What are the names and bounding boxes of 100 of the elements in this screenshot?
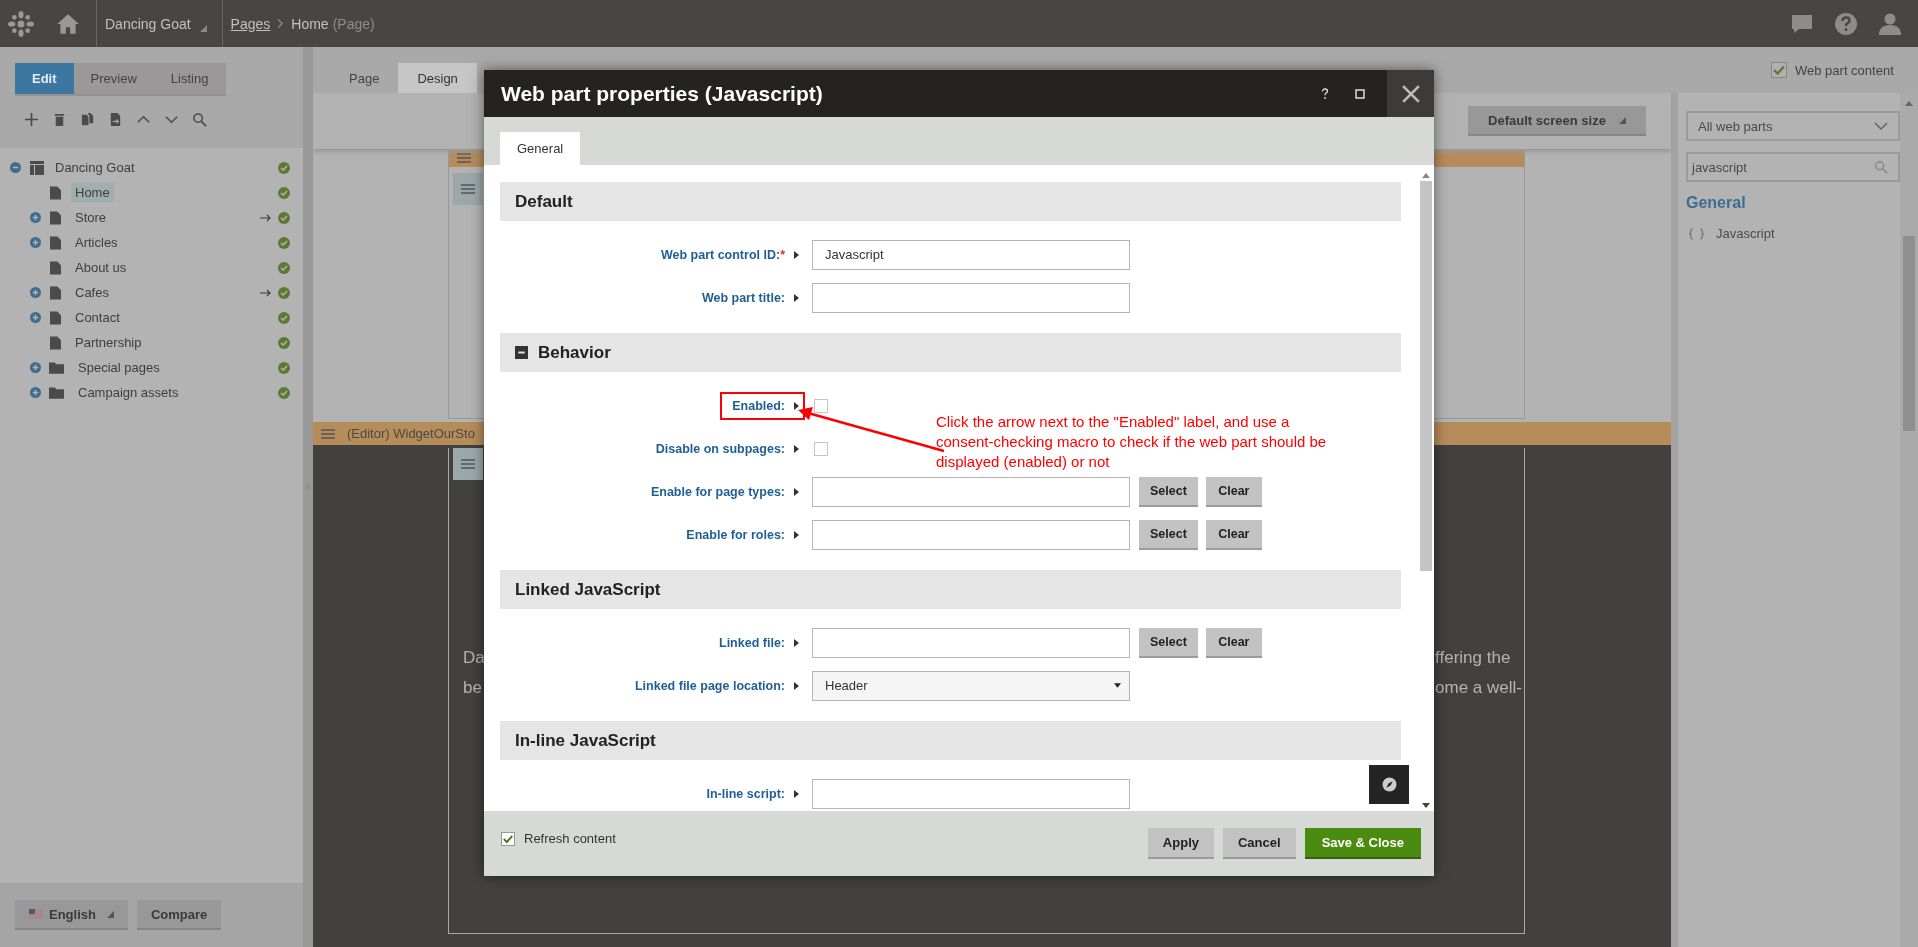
compass-icon[interactable] <box>1381 777 1397 792</box>
page-icon <box>50 185 61 200</box>
view-tab[interactable]: Page <box>330 63 399 93</box>
text-field[interactable] <box>812 778 1130 809</box>
view-tab[interactable]: Design <box>398 63 477 93</box>
mode-tab[interactable]: Listing <box>153 63 226 94</box>
delete-icon[interactable] <box>52 112 67 127</box>
scrollbar-thumb[interactable] <box>1419 181 1432 571</box>
dialog-tab[interactable]: General <box>500 132 581 165</box>
screen-size-dropdown[interactable]: Default screen size <box>1468 106 1646 136</box>
field-button[interactable]: Select <box>1139 476 1198 507</box>
field-button[interactable]: Clear <box>1205 627 1262 658</box>
checkbox[interactable] <box>1771 62 1787 78</box>
copy-icon[interactable] <box>80 112 95 127</box>
macro-arrow-icon[interactable] <box>794 444 799 453</box>
site-icon <box>30 160 44 175</box>
close-button[interactable] <box>1387 70 1434 117</box>
dropdown-field[interactable]: Header <box>812 670 1130 701</box>
expand-toggle-icon[interactable] <box>30 287 41 298</box>
tree-item[interactable]: Cafes <box>71 283 113 302</box>
web-part-handle[interactable] <box>453 448 483 480</box>
text-field[interactable] <box>812 282 1130 313</box>
text-field[interactable] <box>812 627 1130 658</box>
mode-tab[interactable]: Preview <box>73 63 154 94</box>
macro-arrow-icon[interactable] <box>794 250 799 259</box>
logo-icon[interactable] <box>7 9 35 38</box>
search-icon[interactable] <box>1874 160 1888 174</box>
tree-item[interactable]: About us <box>71 258 131 277</box>
field-button[interactable]: Clear <box>1205 519 1262 550</box>
tree-item[interactable]: Articles <box>71 233 122 252</box>
site-selector[interactable]: Dancing Goat <box>105 15 207 32</box>
checkbox[interactable] <box>814 441 828 456</box>
field-label: Enabled: <box>732 398 785 413</box>
page-icon <box>50 310 61 325</box>
tree-item[interactable]: Home <box>71 183 114 202</box>
field-button[interactable]: Select <box>1139 519 1198 550</box>
tree-item[interactable]: Partnership <box>71 333 146 352</box>
move-document-icon[interactable] <box>108 112 123 127</box>
checkbox-label[interactable]: Web part content <box>1795 62 1894 78</box>
tree-item[interactable]: Store <box>71 208 111 227</box>
mode-tab[interactable]: Edit <box>15 63 74 94</box>
scroll-up-icon[interactable] <box>1421 173 1430 178</box>
search-icon[interactable] <box>192 112 207 127</box>
scrollbar-thumb[interactable] <box>1903 236 1915 431</box>
compare-button[interactable]: Compare <box>136 900 222 930</box>
compass-button[interactable] <box>1369 765 1409 804</box>
close-icon[interactable] <box>1401 84 1420 103</box>
dialog-title: Web part properties (Javascript) <box>501 81 823 106</box>
expand-toggle-icon[interactable] <box>30 237 41 248</box>
category-dropdown[interactable]: All web parts <box>1686 111 1900 141</box>
macro-arrow-icon[interactable] <box>794 487 799 496</box>
field-label: Linked file: <box>719 635 785 650</box>
expand-toggle-icon[interactable] <box>30 312 41 323</box>
menu-icon[interactable] <box>457 153 471 163</box>
expand-toggle-icon[interactable] <box>30 362 41 373</box>
menu-icon[interactable] <box>321 428 335 439</box>
macro-arrow-icon[interactable] <box>794 681 799 690</box>
caret-icon[interactable] <box>1114 683 1121 688</box>
scroll-up-icon[interactable] <box>1905 101 1913 106</box>
macro-arrow-icon[interactable] <box>794 293 799 302</box>
field-button[interactable]: Clear <box>1205 476 1262 507</box>
user-icon[interactable] <box>1878 11 1902 36</box>
text-field[interactable] <box>812 519 1130 550</box>
expand-toggle-icon[interactable] <box>30 212 41 223</box>
help-icon[interactable] <box>1321 87 1329 100</box>
chevron-right-icon <box>277 18 285 29</box>
language-selector[interactable]: English <box>15 900 128 930</box>
macro-arrow-icon[interactable] <box>794 789 799 798</box>
text-field[interactable] <box>812 476 1130 507</box>
section-title: Behavior <box>538 342 611 363</box>
collapse-toggle-icon[interactable] <box>10 162 21 173</box>
collapse-icon[interactable] <box>515 346 528 359</box>
save-button[interactable]: Save & Close <box>1304 828 1421 859</box>
tree-item[interactable]: Special pages <box>74 358 164 377</box>
tree-item[interactable]: Contact <box>71 308 124 327</box>
menu-icon[interactable] <box>461 184 475 194</box>
maximize-icon[interactable] <box>1355 88 1365 99</box>
field-button[interactable]: Select <box>1139 627 1198 658</box>
macro-arrow-icon[interactable] <box>794 530 799 539</box>
scroll-down-icon[interactable] <box>1421 803 1430 808</box>
checkbox-label[interactable]: Refresh content <box>524 831 616 846</box>
folder-icon <box>49 361 64 374</box>
tree-item[interactable]: Dancing Goat <box>51 158 139 177</box>
search-field[interactable]: javascript <box>1686 152 1900 182</box>
web-part-handle[interactable] <box>453 173 483 205</box>
macro-arrow-icon[interactable] <box>794 638 799 647</box>
macro-arrow-icon[interactable] <box>794 401 799 410</box>
chevron-down-icon[interactable] <box>1874 122 1888 130</box>
page-icon <box>50 335 61 350</box>
checkbox[interactable] <box>501 831 515 846</box>
web-part-item[interactable]: Javascript <box>1716 226 1775 241</box>
text-field[interactable]: Javascript <box>812 239 1130 270</box>
menu-icon[interactable] <box>461 459 475 469</box>
dialog-button[interactable]: Apply <box>1147 828 1214 859</box>
breadcrumb-link[interactable]: Pages <box>230 15 271 32</box>
expand-toggle-icon[interactable] <box>30 387 41 398</box>
tree-item[interactable]: Campaign assets <box>74 383 183 402</box>
dialog-button[interactable]: Cancel <box>1223 828 1296 859</box>
checkbox[interactable] <box>814 398 828 413</box>
add-icon[interactable] <box>24 112 39 127</box>
